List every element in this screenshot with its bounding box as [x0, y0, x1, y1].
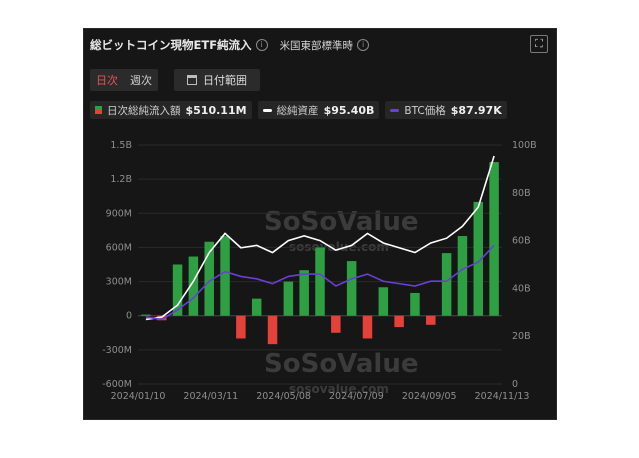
chart-panel: 総ビットコイン現物ETF純流入 i 米国東部標準時 i ⛶ 日次 週次 日付範囲… [83, 28, 557, 420]
y-left-tick-label: -300M [102, 345, 132, 356]
flow-bar [426, 315, 436, 325]
y-left-tick-label: 900M [106, 208, 132, 219]
y-right-tick-label: 40B [512, 283, 531, 294]
y-right-tick-label: 60B [512, 236, 531, 247]
y-right-tick-label: 80B [512, 188, 531, 199]
flow-bar [457, 236, 468, 316]
y-left-tick-label: 600M [106, 242, 132, 253]
chart-svg: SoSoValue sosovalue.com SoSoValue sosova… [102, 140, 537, 402]
y-left-tick-label: -600M [102, 379, 132, 390]
x-tick-label: 2024/03/11 [183, 391, 238, 402]
flow-bar [141, 314, 151, 316]
x-tick-label: 2024/07/09 [329, 391, 384, 402]
flow-bar [362, 315, 373, 339]
flow-bar [346, 261, 357, 316]
y-right-tick-label: 100B [512, 140, 537, 151]
x-tick-label: 2024/05/08 [256, 391, 311, 402]
watermark-brand: SoSoValue [264, 207, 418, 237]
y-left-tick-label: 1.2B [110, 174, 132, 185]
flow-bar [251, 298, 262, 316]
y-right-tick-label: 0 [512, 379, 518, 390]
flow-bar [299, 270, 309, 316]
x-tick-label: 2024/01/10 [111, 391, 166, 402]
flow-bar [315, 247, 325, 316]
flow-bar [267, 315, 278, 345]
flow-bar [378, 287, 389, 316]
y-left-tick-label: 300M [106, 277, 132, 288]
y-left-tick-label: 1.5B [110, 140, 132, 151]
x-tick-label: 2024/09/05 [402, 391, 457, 402]
y-right-tick-label: 20B [512, 331, 531, 342]
flow-bar [441, 253, 452, 316]
flow-bar [394, 315, 404, 328]
x-tick-label: 2024/11/13 [475, 391, 530, 402]
flow-bar [236, 315, 246, 339]
y-left-tick-label: 0 [126, 311, 132, 322]
flow-bar [331, 315, 341, 333]
flow-bar [220, 236, 230, 316]
watermark-brand-2: SoSoValue [264, 349, 418, 379]
flow-bar [410, 292, 420, 316]
flow-bar [283, 281, 294, 316]
flow-bar [489, 162, 499, 316]
